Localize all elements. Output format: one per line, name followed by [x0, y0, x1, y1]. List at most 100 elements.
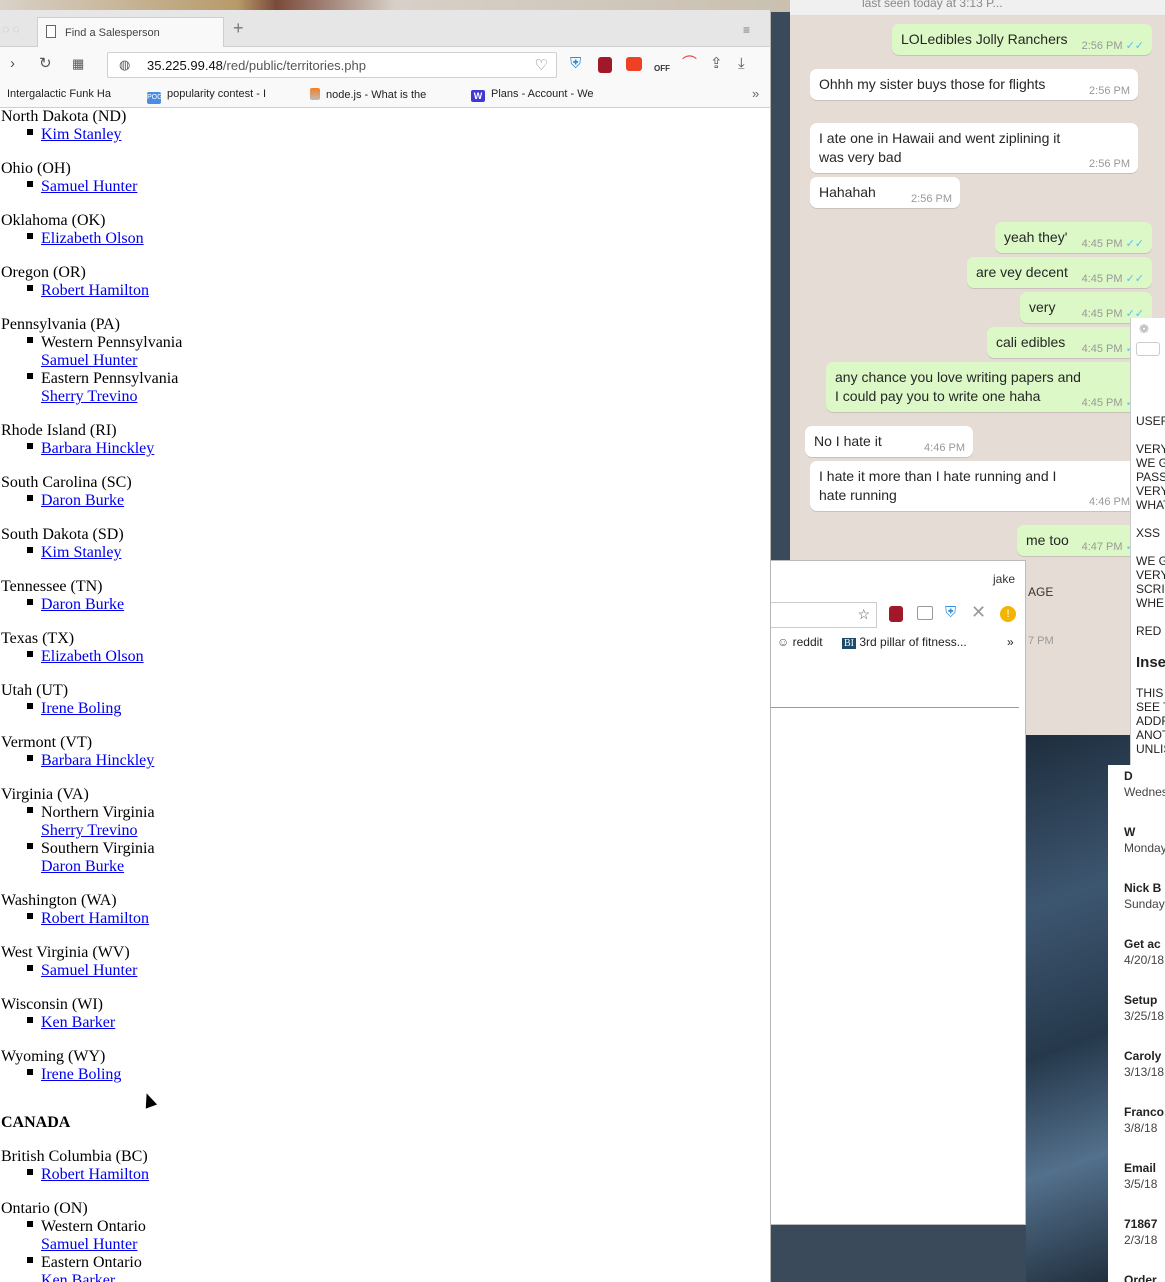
- chat-header[interactable]: last seen today at 3:13 P...: [790, 0, 1165, 16]
- chrome-window: jake ☆ ⛨ ✕ ! ☺ reddit BI 3rd pillar of f…: [770, 560, 1026, 1225]
- salesperson-link[interactable]: Robert Hamilton: [41, 1166, 149, 1184]
- new-tab-icon[interactable]: +: [233, 19, 244, 37]
- close-icon[interactable]: ✕: [971, 602, 986, 623]
- salesperson-link[interactable]: Sherry Trevino: [41, 822, 137, 840]
- salesperson-link[interactable]: Kim Stanley: [41, 544, 121, 562]
- salesperson-link[interactable]: Sherry Trevino: [41, 388, 137, 406]
- salesperson-link[interactable]: Samuel Hunter: [41, 1236, 137, 1254]
- state-name: North Dakota (ND): [1, 108, 127, 125]
- received-message[interactable]: No I hate it 4:46 PM: [805, 426, 973, 457]
- note-line: XSS: [1136, 526, 1161, 540]
- sent-message[interactable]: are vey decent 4:45 PM ✓✓: [967, 257, 1152, 288]
- sent-message[interactable]: LOLedibles Jolly Ranchers 2:56 PM ✓✓: [892, 24, 1152, 55]
- rainbow-extension-icon[interactable]: ⌒: [682, 55, 697, 73]
- divider: [771, 707, 1019, 708]
- mail-subject[interactable]: Get ac: [1124, 937, 1161, 951]
- window-controls-icon[interactable]: ◌ ◌: [2, 22, 20, 36]
- url-text[interactable]: 35.225.99.48/red/public/territories.php: [147, 58, 366, 73]
- page-content: North Dakota (ND) Kim Stanley Ohio (OH) Sam…: [0, 108, 770, 1282]
- salesperson-link[interactable]: Barbara Hinckley: [41, 752, 154, 770]
- list-bullet: [27, 233, 33, 239]
- salesperson-link[interactable]: Kim Stanley: [41, 126, 121, 144]
- mail-subject[interactable]: 71867: [1124, 1217, 1157, 1231]
- mail-subject[interactable]: D: [1124, 769, 1133, 783]
- sent-message[interactable]: cali edibles4:45 PM✓✓: [987, 327, 1152, 358]
- globe-icon: ◍: [119, 57, 131, 72]
- mail-date: Sunday: [1124, 897, 1165, 911]
- mail-subject[interactable]: W: [1124, 825, 1135, 839]
- sent-message[interactable]: any chance you love writing papers and I…: [826, 362, 1152, 412]
- ublock-icon[interactable]: [889, 606, 903, 622]
- mail-date: 3/13/18: [1124, 1065, 1165, 1079]
- list-bullet: [27, 703, 33, 709]
- salesperson-link[interactable]: Barbara Hinckley: [41, 440, 154, 458]
- received-message[interactable]: I ate one in Hawaii and went ziplining i…: [810, 123, 1138, 173]
- mail-subject[interactable]: Franco: [1124, 1105, 1164, 1119]
- salesperson-link[interactable]: Robert Hamilton: [41, 910, 149, 928]
- salesperson-link[interactable]: Ken Barker: [41, 1014, 115, 1032]
- star-icon[interactable]: ☆: [857, 606, 870, 623]
- salesperson-link[interactable]: Daron Burke: [41, 858, 124, 876]
- alert-icon[interactable]: !: [1000, 606, 1016, 622]
- state-name: Ontario (ON): [1, 1200, 88, 1217]
- state-name: Vermont (VT): [1, 734, 93, 751]
- salesperson-link[interactable]: Daron Burke: [41, 596, 124, 614]
- bookmarks-overflow[interactable]: »: [1007, 635, 1014, 649]
- mail-subject[interactable]: Setup: [1124, 993, 1157, 1007]
- list-bullet: [27, 965, 33, 971]
- bookmarks-overflow-icon[interactable]: »: [752, 86, 759, 101]
- mail-subject[interactable]: Email: [1124, 1161, 1156, 1175]
- shield-extension-icon[interactable]: ⛨: [570, 55, 581, 73]
- salesperson-link[interactable]: Irene Boling: [41, 700, 121, 718]
- tab-list-icon[interactable]: ≡: [743, 23, 750, 37]
- salesperson-link[interactable]: Samuel Hunter: [41, 962, 137, 980]
- tab-title: Find a Salesperson: [65, 27, 160, 39]
- salesperson-link[interactable]: Samuel Hunter: [41, 178, 137, 196]
- bookmark-reddit[interactable]: ☺ reddit: [777, 635, 823, 649]
- extension-icon[interactable]: [917, 606, 933, 620]
- salesperson-link[interactable]: Ken Barker: [41, 1272, 115, 1282]
- salesperson-link[interactable]: Robert Hamilton: [41, 282, 149, 300]
- mail-subject[interactable]: Nick B: [1124, 881, 1161, 895]
- note-line: WHAT: [1136, 498, 1165, 512]
- sent-message[interactable]: yeah they' 4:45 PM ✓✓: [995, 222, 1152, 253]
- sidebar-grid-icon[interactable]: ▦: [72, 55, 84, 73]
- note-line: ANOT: [1136, 728, 1165, 742]
- mail-subject[interactable]: Order: [1124, 1273, 1157, 1282]
- received-message[interactable]: Hahahah 2:56 PM: [810, 177, 960, 208]
- list-bullet: [27, 1017, 33, 1023]
- list-bullet: [27, 181, 33, 187]
- salesperson-link[interactable]: Elizabeth Olson: [41, 648, 144, 666]
- flickr-extension-icon[interactable]: [626, 57, 642, 71]
- bookmark-item[interactable]: W Plans - Account - We: [471, 88, 594, 102]
- bookmark-item[interactable]: POG popularity contest - I: [147, 88, 266, 104]
- shield-icon[interactable]: ⛨: [945, 604, 956, 621]
- message-time: 2:56 PM ✓✓: [1081, 40, 1144, 52]
- profile-name[interactable]: jake: [993, 572, 1015, 586]
- salesperson-link[interactable]: Elizabeth Olson: [41, 230, 144, 248]
- off-toggle-icon[interactable]: OFF: [654, 60, 670, 78]
- tab-find-a-salesperson[interactable]: Find a Salesperson: [37, 17, 224, 48]
- bookmark-item[interactable]: node.js - What is the: [310, 88, 426, 101]
- bookmark-item[interactable]: Intergalactic Funk Ha: [7, 88, 111, 100]
- download-icon[interactable]: ⤓: [738, 55, 745, 73]
- heart-icon[interactable]: ♡: [535, 56, 548, 74]
- note-line: Inse: [1136, 654, 1165, 671]
- received-message[interactable]: I hate it more than I hate running and I…: [810, 461, 1138, 511]
- read-receipt-icon: ✓✓: [1125, 273, 1144, 285]
- toolbar-icon[interactable]: ❁: [1139, 322, 1149, 336]
- mail-subject[interactable]: Caroly: [1124, 1049, 1161, 1063]
- salesperson-link[interactable]: Daron Burke: [41, 492, 124, 510]
- share-icon[interactable]: ⇪: [710, 55, 723, 73]
- reload-icon[interactable]: ↻: [39, 55, 52, 73]
- salesperson-link[interactable]: Irene Boling: [41, 1066, 121, 1084]
- forward-icon[interactable]: ›: [10, 55, 15, 73]
- bookmark-fitness[interactable]: BI 3rd pillar of fitness...: [842, 635, 967, 649]
- salesperson-link[interactable]: Samuel Hunter: [41, 352, 137, 370]
- address-bar[interactable]: ☆: [771, 602, 877, 628]
- toolbar-dropdown[interactable]: [1136, 342, 1160, 356]
- url-bar[interactable]: ◍ 35.225.99.48/red/public/territories.ph…: [107, 52, 557, 78]
- ublock-icon[interactable]: [598, 57, 612, 73]
- note-line: WE G: [1136, 554, 1165, 568]
- received-message[interactable]: Ohhh my sister buys those for flights 2:5…: [810, 69, 1138, 100]
